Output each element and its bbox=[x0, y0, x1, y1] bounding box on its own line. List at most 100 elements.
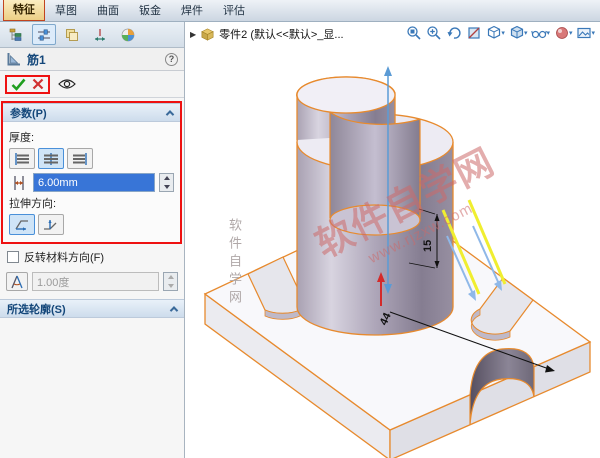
eye-icon bbox=[58, 79, 76, 89]
preview-eye-button[interactable] bbox=[58, 78, 76, 90]
spinner-up-icon[interactable] bbox=[160, 174, 173, 183]
zoom-fit-icon bbox=[407, 26, 421, 40]
ok-button[interactable] bbox=[11, 78, 26, 91]
dimxpert-manager-tab[interactable] bbox=[88, 24, 112, 45]
slot-inner-wall[interactable] bbox=[330, 112, 420, 220]
feature-title: 筋1 bbox=[27, 52, 46, 67]
command-manager-tabbar: 特征 草图 曲面 钣金 焊件 评估 bbox=[0, 0, 600, 22]
configurations-icon bbox=[66, 28, 78, 41]
slot-floor[interactable] bbox=[329, 204, 421, 236]
thickness-value: 6.00mm bbox=[38, 176, 78, 189]
direction-buttons bbox=[9, 214, 174, 235]
thickness-second-side-button[interactable] bbox=[67, 148, 93, 169]
zoom-area-icon bbox=[427, 26, 441, 40]
thickness-both-sides-icon bbox=[44, 152, 58, 165]
appearance-ball-icon bbox=[556, 27, 568, 39]
spinner-down-icon[interactable] bbox=[160, 183, 173, 192]
tab-evaluate[interactable]: 评估 bbox=[213, 0, 255, 21]
dropdown-caret-icon: ▾ bbox=[501, 30, 505, 37]
graphics-area[interactable]: 15 44 软件自学网 www.rjzxw.com 软件自学网 ▶ 零件2 (默… bbox=[185, 22, 600, 458]
tab-surfaces[interactable]: 曲面 bbox=[87, 0, 129, 21]
collapse-chevron-icon bbox=[165, 109, 175, 119]
selected-contours-header[interactable]: 所选轮廓(S) bbox=[0, 299, 184, 318]
dropdown-caret-icon: ▾ bbox=[523, 30, 528, 37]
tab-features[interactable]: 特征 bbox=[3, 0, 45, 21]
manager-tab-bar bbox=[0, 22, 184, 48]
tab-weldments[interactable]: 焊件 bbox=[171, 0, 213, 21]
parallel-to-sketch-icon bbox=[15, 219, 28, 231]
feature-title-row: 筋1 ? bbox=[0, 48, 184, 71]
part-icon bbox=[201, 28, 215, 41]
annotation-box-ok-cancel bbox=[5, 74, 50, 94]
flyout-expand-arrow[interactable]: ▶ bbox=[190, 30, 196, 39]
tab-sketch[interactable]: 草图 bbox=[45, 0, 87, 21]
section-view-button[interactable] bbox=[465, 25, 483, 41]
parameters-section-header[interactable]: 参数(P) bbox=[3, 103, 180, 122]
property-manager-tab[interactable] bbox=[32, 24, 56, 45]
display-style-button[interactable]: ▾ bbox=[508, 25, 529, 41]
flyout-tree-header: ▶ 零件2 (默认<<默认>_显... bbox=[190, 26, 344, 42]
dropdown-caret-icon: ▾ bbox=[568, 30, 573, 37]
thickness-first-side-icon bbox=[15, 152, 29, 165]
thickness-both-sides-button[interactable] bbox=[38, 148, 64, 169]
pm-action-row bbox=[0, 71, 184, 98]
view-orientation-button[interactable]: ▾ bbox=[485, 25, 506, 41]
direction-normal-button[interactable] bbox=[38, 214, 64, 235]
feature-tree-icon bbox=[9, 28, 22, 41]
contours-chevron-icon bbox=[169, 305, 179, 315]
draft-angle-value: 1.00度 bbox=[37, 276, 70, 289]
glasses-icon bbox=[531, 30, 548, 39]
heads-up-toolbar: ▾ ▾ ▾ ▾ ▾ bbox=[405, 25, 596, 41]
draft-row: 1.00度 bbox=[0, 267, 184, 299]
solidworks-window: 特征 草图 曲面 钣金 焊件 评估 筋1 ? 参数(P) 厚度: 6.00mm … bbox=[0, 0, 600, 458]
direction-parallel-button[interactable] bbox=[9, 214, 35, 235]
feature-tree-tab[interactable] bbox=[4, 24, 28, 45]
thickness-first-side-button[interactable] bbox=[9, 148, 35, 169]
dimxpert-icon bbox=[95, 28, 105, 41]
tab-sheet-metal[interactable]: 钣金 bbox=[129, 0, 171, 21]
upper-boss-top-face[interactable] bbox=[296, 76, 396, 114]
thickness-value-field[interactable]: 6.00mm bbox=[33, 173, 155, 192]
display-manager-tab[interactable] bbox=[116, 24, 140, 45]
model-3d[interactable]: 15 44 bbox=[185, 22, 600, 458]
scene-icon bbox=[577, 27, 592, 39]
display-style-icon bbox=[510, 25, 524, 39]
draft-spinner bbox=[163, 272, 178, 291]
previous-view-icon bbox=[447, 27, 462, 39]
cancel-button[interactable] bbox=[32, 78, 44, 90]
previous-view-button[interactable] bbox=[445, 25, 463, 41]
property-manager-panel: 筋1 ? 参数(P) 厚度: 6.00mm 拉伸方向: 反转材料方向(F) 1.… bbox=[0, 22, 185, 458]
parameters-header-label: 参数(P) bbox=[10, 107, 47, 120]
configuration-manager-tab[interactable] bbox=[60, 24, 84, 45]
normal-to-sketch-icon bbox=[44, 219, 57, 230]
extrusion-direction-label: 拉伸方向: bbox=[9, 198, 57, 210]
parameters-body: 厚度: 6.00mm 拉伸方向: bbox=[3, 122, 180, 242]
zoom-area-button[interactable] bbox=[425, 25, 443, 41]
zoom-fit-button[interactable] bbox=[405, 25, 423, 41]
svg-text:15: 15 bbox=[422, 240, 434, 252]
thickness-input-row: 6.00mm bbox=[9, 173, 174, 192]
thickness-spinner[interactable] bbox=[159, 173, 174, 192]
check-icon bbox=[11, 78, 26, 91]
annotation-box-parameters: 参数(P) 厚度: 6.00mm 拉伸方向: bbox=[1, 101, 182, 244]
rib-thickness-icon bbox=[9, 174, 29, 192]
help-icon[interactable]: ? bbox=[165, 52, 178, 66]
draft-toggle-button[interactable] bbox=[6, 272, 28, 291]
apply-scene-button[interactable]: ▾ bbox=[575, 25, 596, 41]
draft-angle-field: 1.00度 bbox=[32, 272, 159, 291]
flip-material-row: 反转材料方向(F) bbox=[0, 244, 184, 267]
thickness-label: 厚度: bbox=[9, 132, 35, 144]
part-tree-title[interactable]: 零件2 (默认<<默认>_显... bbox=[219, 26, 343, 42]
edit-appearance-button[interactable]: ▾ bbox=[553, 25, 574, 41]
section-view-icon bbox=[468, 27, 481, 39]
property-manager-icon bbox=[38, 28, 50, 41]
hide-show-items-button[interactable]: ▾ bbox=[530, 25, 551, 41]
display-manager-icon bbox=[121, 28, 135, 41]
dropdown-caret-icon: ▾ bbox=[591, 30, 595, 37]
flip-material-checkbox[interactable] bbox=[7, 251, 19, 263]
thickness-side-buttons bbox=[9, 148, 174, 169]
rib-feature-icon bbox=[7, 53, 20, 66]
cancel-x-icon bbox=[32, 78, 44, 90]
draft-angle-icon bbox=[11, 275, 23, 288]
dropdown-caret-icon: ▾ bbox=[546, 30, 550, 37]
